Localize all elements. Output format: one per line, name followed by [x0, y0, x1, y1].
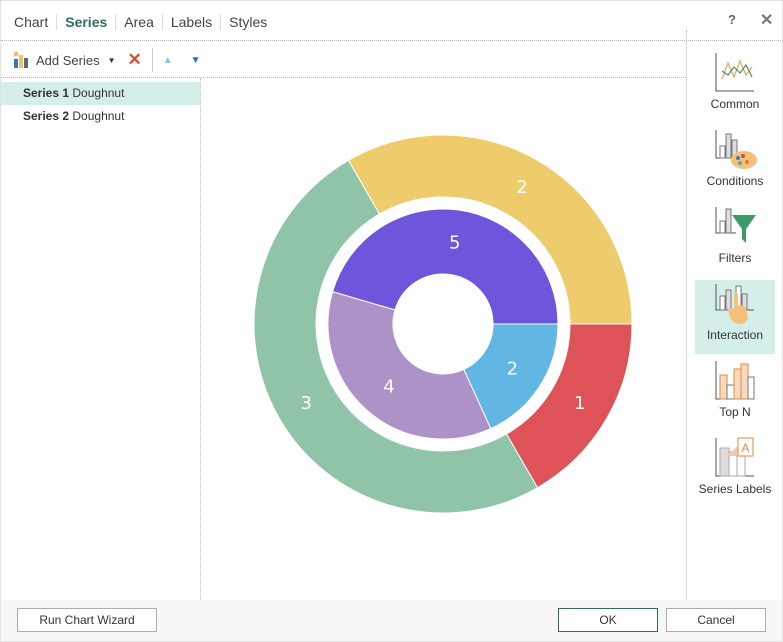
- move-down-icon[interactable]: ▼: [191, 55, 201, 66]
- chart-preview: 1 3 2 2 4 5: [202, 80, 686, 596]
- side-item-label: Conditions: [706, 174, 764, 188]
- series-name: Series 2: [23, 109, 70, 123]
- series-toolbar: Add Series ▼ ✕ ▲ ▼: [12, 48, 201, 72]
- common-chart-icon: [715, 53, 754, 92]
- slice-label-outer-1: 3: [300, 393, 311, 414]
- tab-area[interactable]: Area: [115, 14, 162, 30]
- dialog-footer: Run Chart Wizard OK Cancel: [1, 600, 782, 641]
- side-item-filters[interactable]: Filters: [695, 203, 775, 277]
- divider: [200, 78, 201, 600]
- help-icon[interactable]: ?: [728, 12, 736, 27]
- tab-bar: Chart Series Area Labels Styles: [14, 13, 275, 31]
- side-panel: Common Conditions Filters Interaction To…: [695, 46, 775, 508]
- cancel-button[interactable]: Cancel: [666, 608, 766, 632]
- side-item-interaction[interactable]: Interaction: [695, 280, 775, 354]
- series-type: Doughnut: [72, 109, 125, 123]
- interaction-hand-icon: [715, 284, 754, 324]
- slice-label-outer-2: 2: [516, 177, 527, 198]
- divider: [686, 30, 687, 600]
- side-item-label: Filters: [718, 251, 752, 265]
- side-item-label: Series Labels: [698, 482, 772, 496]
- side-item-label: Common: [710, 97, 760, 111]
- series-list: Series 1 Doughnut Series 2 Doughnut: [1, 82, 200, 128]
- tab-series[interactable]: Series: [56, 14, 115, 30]
- tab-chart[interactable]: Chart: [14, 14, 56, 30]
- side-item-label: Top N: [719, 405, 751, 419]
- move-up-icon[interactable]: ▲: [163, 55, 173, 66]
- add-series-label: Add Series: [36, 52, 100, 68]
- doughnut-chart: 1 3 2 2 4 5: [253, 134, 633, 514]
- series-labels-icon: A: [715, 437, 754, 477]
- close-icon[interactable]: ✕: [760, 10, 773, 30]
- series-list-item[interactable]: Series 2 Doughnut: [1, 105, 200, 128]
- run-chart-wizard-button[interactable]: Run Chart Wizard: [17, 608, 157, 632]
- ok-button[interactable]: OK: [558, 608, 658, 632]
- slice-label-inner-2: 5: [449, 232, 460, 253]
- svg-text:A: A: [741, 441, 749, 455]
- filter-funnel-icon: [715, 207, 756, 243]
- tab-styles[interactable]: Styles: [220, 14, 275, 30]
- conditions-palette-icon: [715, 130, 757, 169]
- delete-icon[interactable]: ✕: [128, 50, 142, 70]
- divider: [1, 40, 781, 41]
- side-item-series-labels[interactable]: A Series Labels: [695, 434, 775, 508]
- slice-label-inner-1: 4: [383, 376, 394, 397]
- series-type: Doughnut: [72, 86, 125, 100]
- add-series-button[interactable]: Add Series ▼: [12, 50, 116, 71]
- tab-labels[interactable]: Labels: [161, 14, 220, 30]
- slice-label-outer-0: 1: [574, 393, 585, 414]
- side-item-top-n[interactable]: Top N: [695, 357, 775, 431]
- dropdown-caret-icon[interactable]: ▼: [108, 56, 116, 65]
- side-item-label: Interaction: [706, 328, 764, 342]
- toolbar-separator: [151, 48, 153, 72]
- side-item-common[interactable]: Common: [695, 49, 775, 123]
- divider: [1, 77, 686, 78]
- series-name: Series 1: [23, 86, 70, 100]
- series-list-item[interactable]: Series 1 Doughnut: [1, 82, 200, 105]
- slice-label-inner-0: 2: [507, 359, 518, 380]
- side-item-conditions[interactable]: Conditions: [695, 126, 775, 200]
- add-series-icon: [12, 50, 30, 71]
- top-n-bars-icon: [715, 361, 755, 400]
